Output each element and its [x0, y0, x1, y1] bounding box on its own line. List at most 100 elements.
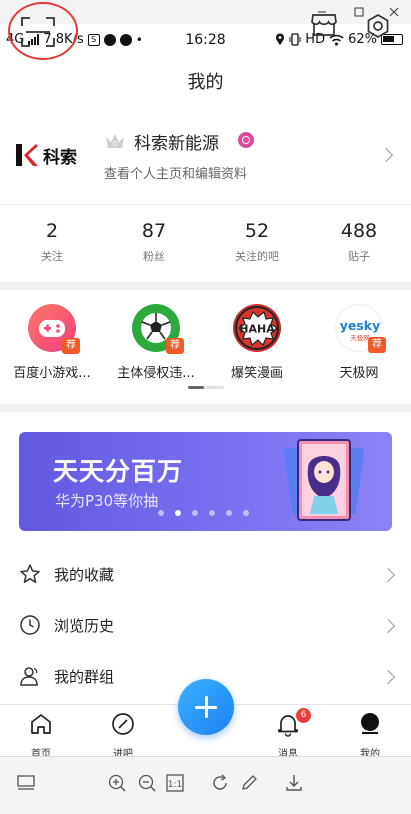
download-button[interactable] — [284, 773, 304, 793]
scan-button[interactable] — [8, 2, 76, 58]
banner-title: 天天分百万 — [53, 457, 184, 486]
yesky-logo-text: yesky — [340, 318, 381, 333]
create-post-button[interactable] — [178, 679, 234, 735]
pagination-dot[interactable] — [209, 510, 215, 516]
recommended-apps: 荐 百度小游戏... 荐 主体侵权违... HAHA 爆笑漫画 yesky 天极网… — [0, 298, 411, 386]
profile-subtitle: 查看个人主页和编辑资料 — [104, 167, 248, 182]
menu-item-label: 我的收藏 — [54, 566, 115, 584]
stat-fans[interactable]: 87 粉丝 — [104, 220, 204, 264]
menu-item-history[interactable]: 浏览历史 — [0, 600, 411, 652]
recommend-badge: 荐 — [166, 338, 184, 354]
actual-size-icon: 1:1 — [166, 774, 184, 792]
haha-comic-icon: HAHA — [233, 304, 281, 352]
edit-button[interactable] — [239, 773, 259, 793]
game-controller-icon: 荐 — [28, 304, 80, 354]
haha-logo-text: HAHA — [239, 323, 275, 336]
tab-profile[interactable]: 我的 — [340, 711, 400, 760]
actual-size-button[interactable]: 1:1 — [165, 773, 185, 793]
banner-subtitle: 华为P30等你抽 — [55, 492, 159, 510]
divider — [0, 204, 411, 205]
chevron-right-icon — [380, 567, 396, 583]
shop-button[interactable] — [310, 12, 338, 38]
stat-posts[interactable]: 488 贴子 — [309, 220, 409, 264]
settings-icon — [367, 14, 389, 38]
maximize-icon — [354, 7, 364, 17]
rotate-icon — [213, 774, 227, 790]
svg-text:0: 0 — [113, 140, 117, 148]
yesky-logo-icon: yesky 天极网 荐 — [335, 304, 386, 353]
app-infringement-report[interactable]: 荐 主体侵权违... — [104, 304, 208, 381]
stat-value: 87 — [141, 220, 167, 242]
chevron-right-icon — [380, 618, 396, 634]
app-yesky[interactable]: yesky 天极网 荐 天极网 — [307, 304, 411, 381]
chevron-right-icon — [378, 147, 394, 163]
chevron-right-icon — [380, 669, 396, 685]
stat-value: 2 — [45, 220, 59, 242]
soccer-ball-icon: 荐 — [132, 304, 184, 354]
menu-item-label: 浏览历史 — [54, 617, 115, 635]
stat-followed-bars[interactable]: 52 关注的吧 — [207, 220, 307, 264]
stat-label: 关注 — [41, 250, 63, 263]
stats-row: 2 关注 87 粉丝 52 关注的吧 488 贴子 — [0, 220, 411, 275]
section-gap — [0, 282, 411, 290]
stat-following[interactable]: 2 关注 — [2, 220, 102, 264]
image-viewer-toolbar: 1:1 — [0, 756, 411, 814]
zoom-in-icon — [108, 774, 126, 792]
store-icon — [311, 14, 337, 36]
apps-scroll-indicator — [188, 386, 224, 389]
scan-icon — [21, 17, 55, 47]
download-icon — [286, 775, 302, 791]
vibrate-icon — [289, 33, 301, 46]
home-icon — [31, 714, 51, 734]
group-icon — [20, 667, 38, 686]
stat-label: 关注的吧 — [235, 250, 279, 263]
app-label: 天极网 — [339, 366, 379, 381]
crown-icon: 0 — [104, 131, 126, 151]
zoom-out-icon — [138, 774, 156, 792]
company-logo-text: 科索 — [43, 147, 77, 168]
stat-value: 52 — [244, 220, 270, 242]
app-label: 爆笑漫画 — [230, 366, 283, 381]
page-header: 我的 — [0, 54, 411, 104]
tab-explore[interactable]: 进吧 — [93, 711, 153, 760]
pagination-dot[interactable] — [243, 510, 249, 516]
pagination-dot[interactable] — [158, 510, 164, 516]
app-label: 主体侵权违... — [117, 366, 195, 381]
promo-banner[interactable]: 天天分百万 华为P30等你抽 — [19, 432, 392, 531]
pagination-dot[interactable] — [226, 510, 232, 516]
app-funny-comics[interactable]: HAHA 爆笑漫画 — [205, 304, 309, 381]
star-icon — [20, 564, 40, 583]
recommend-badge: 荐 — [62, 338, 80, 354]
settings-button[interactable] — [364, 12, 392, 40]
profile-card[interactable]: 科索 0 科索新能源 查看个人主页和编辑资料 — [0, 118, 411, 198]
anime-poster-image — [283, 438, 365, 526]
stat-label: 贴子 — [348, 250, 370, 263]
thumbnail-icon — [17, 775, 35, 790]
app-label: 百度小游戏... — [13, 366, 91, 381]
zoom-in-button[interactable] — [107, 773, 127, 793]
stat-label: 粉丝 — [143, 250, 165, 263]
recommend-badge: 荐 — [368, 337, 386, 353]
tab-home[interactable]: 首页 — [11, 711, 71, 760]
menu-item-favorites[interactable]: 我的收藏 — [0, 549, 411, 601]
pencil-icon — [242, 775, 257, 790]
stat-value: 488 — [340, 220, 378, 242]
pagination-dot[interactable] — [192, 510, 198, 516]
zoom-out-button[interactable] — [137, 773, 157, 793]
section-gap — [0, 404, 411, 412]
app-baidu-mini-games[interactable]: 荐 百度小游戏... — [0, 304, 104, 381]
banner-pagination — [158, 510, 249, 516]
female-gender-icon — [238, 132, 254, 148]
pagination-dot-active[interactable] — [175, 510, 181, 516]
thumbnail-toggle-button[interactable] — [16, 773, 36, 793]
rotate-button[interactable] — [210, 773, 230, 793]
yesky-logo-subtext: 天极网 — [350, 333, 370, 342]
avatar: 科索 — [14, 136, 88, 174]
menu-item-label: 我的群组 — [54, 668, 115, 686]
profile-icon — [361, 713, 379, 734]
clock-icon — [20, 615, 40, 635]
compass-icon — [112, 713, 134, 735]
message-count-badge: 6 — [296, 708, 311, 723]
svg-text:1:1: 1:1 — [168, 780, 182, 790]
location-icon — [276, 33, 285, 45]
